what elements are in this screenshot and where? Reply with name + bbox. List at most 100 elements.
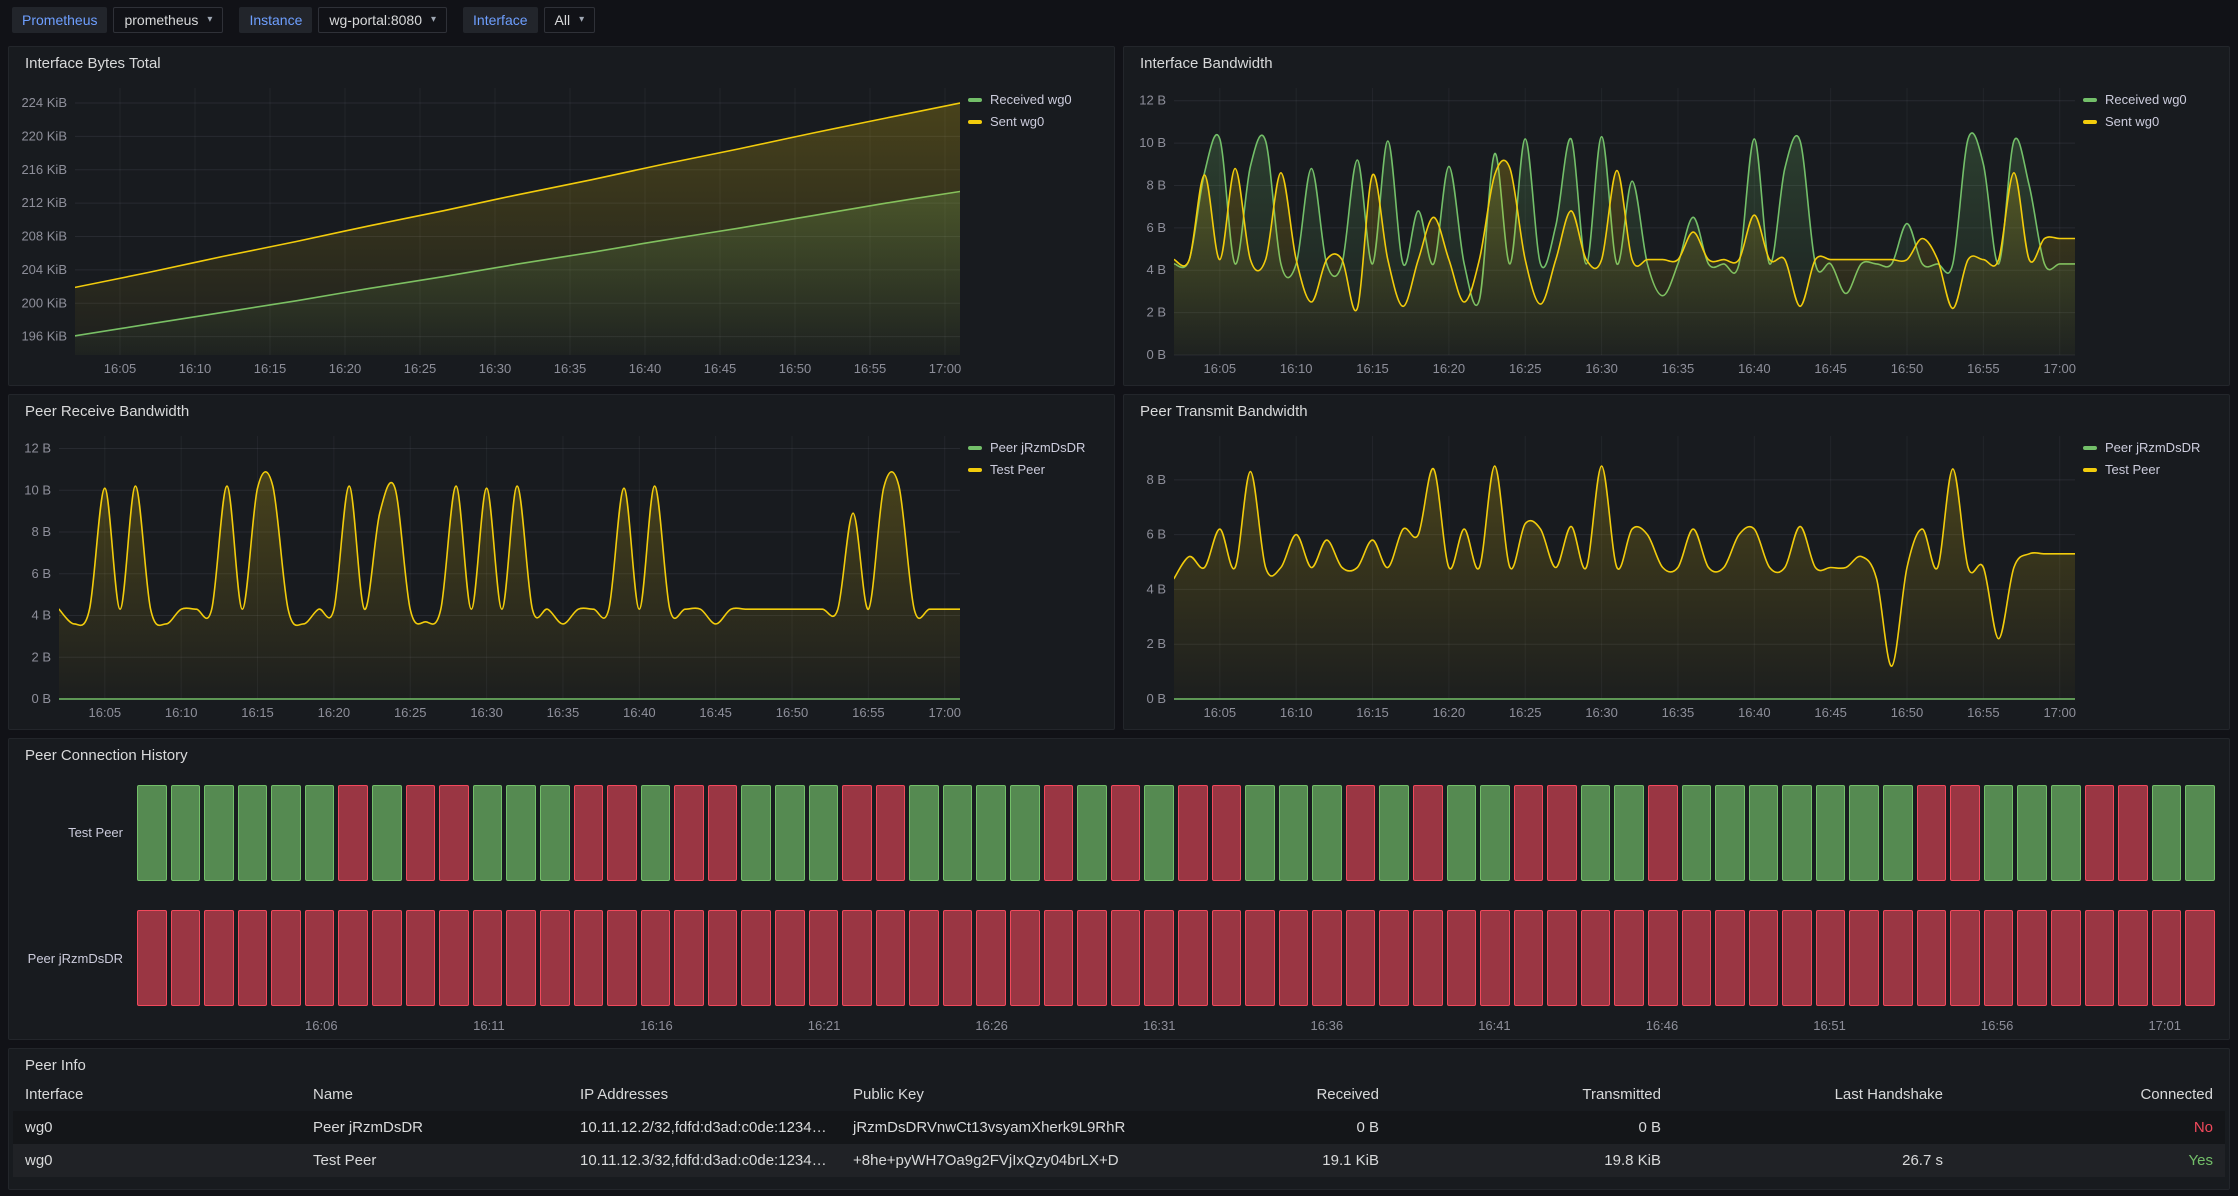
state-bar-disconnected[interactable] xyxy=(2118,910,2148,1006)
state-bar-disconnected[interactable] xyxy=(1044,910,1074,1006)
column-header-received[interactable]: Received xyxy=(1151,1078,1391,1111)
state-bar-connected[interactable] xyxy=(1581,785,1611,881)
state-bar-disconnected[interactable] xyxy=(1144,910,1174,1006)
state-bar-disconnected[interactable] xyxy=(1782,910,1812,1006)
column-header-public-key[interactable]: Public Key xyxy=(841,1078,1151,1111)
state-bar-disconnected[interactable] xyxy=(1346,910,1376,1006)
state-bar-disconnected[interactable] xyxy=(1648,910,1678,1006)
legend-item[interactable]: Peer jRzmDsDR xyxy=(968,440,1106,455)
variable-value-interface[interactable]: All ▾ xyxy=(544,7,596,33)
state-bar-disconnected[interactable] xyxy=(1917,910,1947,1006)
state-bar-disconnected[interactable] xyxy=(439,785,469,881)
state-bar-disconnected[interactable] xyxy=(2152,910,2182,1006)
state-bar-connected[interactable] xyxy=(540,785,570,881)
state-bar-connected[interactable] xyxy=(775,785,805,881)
state-bar-connected[interactable] xyxy=(1682,785,1712,881)
state-bar-disconnected[interactable] xyxy=(607,910,637,1006)
state-bar-disconnected[interactable] xyxy=(1883,910,1913,1006)
state-bar-disconnected[interactable] xyxy=(2017,910,2047,1006)
state-bar-disconnected[interactable] xyxy=(1984,910,2014,1006)
time-series-chart[interactable]: 16:0516:1016:1516:2016:2516:3016:3516:40… xyxy=(13,76,968,381)
state-bar-connected[interactable] xyxy=(1749,785,1779,881)
state-bar-connected[interactable] xyxy=(271,785,301,881)
state-bar-disconnected[interactable] xyxy=(1413,785,1443,881)
state-bar-disconnected[interactable] xyxy=(1212,785,1242,881)
state-bar-connected[interactable] xyxy=(2152,785,2182,881)
state-bar-disconnected[interactable] xyxy=(473,910,503,1006)
panel-title[interactable]: Peer Transmit Bandwidth xyxy=(1124,395,2229,422)
state-bar-disconnected[interactable] xyxy=(1413,910,1443,1006)
state-bar-disconnected[interactable] xyxy=(506,910,536,1006)
state-bar-disconnected[interactable] xyxy=(540,910,570,1006)
state-bar-connected[interactable] xyxy=(171,785,201,881)
state-bar-disconnected[interactable] xyxy=(607,785,637,881)
state-bar-disconnected[interactable] xyxy=(876,910,906,1006)
state-bar-disconnected[interactable] xyxy=(708,785,738,881)
state-bar-connected[interactable] xyxy=(2185,785,2215,881)
state-bar-disconnected[interactable] xyxy=(641,910,671,1006)
state-bar-disconnected[interactable] xyxy=(2085,785,2115,881)
state-bar-disconnected[interactable] xyxy=(1312,910,1342,1006)
state-bar-disconnected[interactable] xyxy=(1614,910,1644,1006)
state-bar-disconnected[interactable] xyxy=(842,910,872,1006)
state-bar-disconnected[interactable] xyxy=(271,910,301,1006)
legend-item[interactable]: Received wg0 xyxy=(968,92,1106,107)
legend-item[interactable]: Test Peer xyxy=(2083,462,2221,477)
state-bar-connected[interactable] xyxy=(1480,785,1510,881)
state-bar-disconnected[interactable] xyxy=(1749,910,1779,1006)
state-bar-disconnected[interactable] xyxy=(1950,910,1980,1006)
state-bar-connected[interactable] xyxy=(1010,785,1040,881)
state-bar-disconnected[interactable] xyxy=(943,910,973,1006)
state-bar-disconnected[interactable] xyxy=(238,910,268,1006)
state-bar-disconnected[interactable] xyxy=(909,910,939,1006)
state-bar-disconnected[interactable] xyxy=(2118,785,2148,881)
column-header-last-handshake[interactable]: Last Handshake xyxy=(1673,1078,1955,1111)
state-timeline[interactable]: Test PeerPeer jRzmDsDR 16:0616:1116:1616… xyxy=(9,766,2229,1039)
legend-item[interactable]: Sent wg0 xyxy=(968,114,1106,129)
state-bar-connected[interactable] xyxy=(1312,785,1342,881)
state-bar-connected[interactable] xyxy=(1447,785,1477,881)
state-bar-disconnected[interactable] xyxy=(876,785,906,881)
state-bar-connected[interactable] xyxy=(1144,785,1174,881)
state-bar-connected[interactable] xyxy=(909,785,939,881)
state-bar-connected[interactable] xyxy=(1279,785,1309,881)
state-bar-disconnected[interactable] xyxy=(1279,910,1309,1006)
variable-value-instance[interactable]: wg-portal:8080 ▾ xyxy=(318,7,447,33)
state-bar-disconnected[interactable] xyxy=(741,910,771,1006)
panel-title[interactable]: Peer Receive Bandwidth xyxy=(9,395,1114,422)
state-bar-disconnected[interactable] xyxy=(708,910,738,1006)
state-bar-disconnected[interactable] xyxy=(1447,910,1477,1006)
state-bar-connected[interactable] xyxy=(305,785,335,881)
state-bar-disconnected[interactable] xyxy=(1514,910,1544,1006)
state-bar-connected[interactable] xyxy=(372,785,402,881)
state-bar-disconnected[interactable] xyxy=(1547,785,1577,881)
state-bar-disconnected[interactable] xyxy=(1044,785,1074,881)
column-header-interface[interactable]: Interface xyxy=(13,1078,301,1111)
legend-item[interactable]: Received wg0 xyxy=(2083,92,2221,107)
state-bar-connected[interactable] xyxy=(1077,785,1107,881)
panel-title[interactable]: Interface Bandwidth xyxy=(1124,47,2229,74)
state-bar-connected[interactable] xyxy=(809,785,839,881)
state-bar-connected[interactable] xyxy=(473,785,503,881)
state-bar-disconnected[interactable] xyxy=(1581,910,1611,1006)
state-bar-connected[interactable] xyxy=(204,785,234,881)
state-bar-disconnected[interactable] xyxy=(674,785,704,881)
state-bar-disconnected[interactable] xyxy=(2051,910,2081,1006)
column-header-name[interactable]: Name xyxy=(301,1078,568,1111)
state-bar-disconnected[interactable] xyxy=(1111,910,1141,1006)
time-series-chart[interactable]: 16:0516:1016:1516:2016:2516:3016:3516:40… xyxy=(1128,76,2083,381)
state-bar-connected[interactable] xyxy=(1715,785,1745,881)
state-bar-disconnected[interactable] xyxy=(1111,785,1141,881)
state-bar-connected[interactable] xyxy=(641,785,671,881)
state-bar-disconnected[interactable] xyxy=(976,910,1006,1006)
variable-value-prometheus[interactable]: prometheus ▾ xyxy=(113,7,223,33)
state-bar-connected[interactable] xyxy=(137,785,167,881)
legend-item[interactable]: Test Peer xyxy=(968,462,1106,477)
state-bar-connected[interactable] xyxy=(238,785,268,881)
state-bar-disconnected[interactable] xyxy=(1346,785,1376,881)
state-bar-connected[interactable] xyxy=(741,785,771,881)
state-bar-disconnected[interactable] xyxy=(1849,910,1879,1006)
state-bar-disconnected[interactable] xyxy=(1010,910,1040,1006)
state-bar-disconnected[interactable] xyxy=(1245,910,1275,1006)
state-bar-disconnected[interactable] xyxy=(1715,910,1745,1006)
